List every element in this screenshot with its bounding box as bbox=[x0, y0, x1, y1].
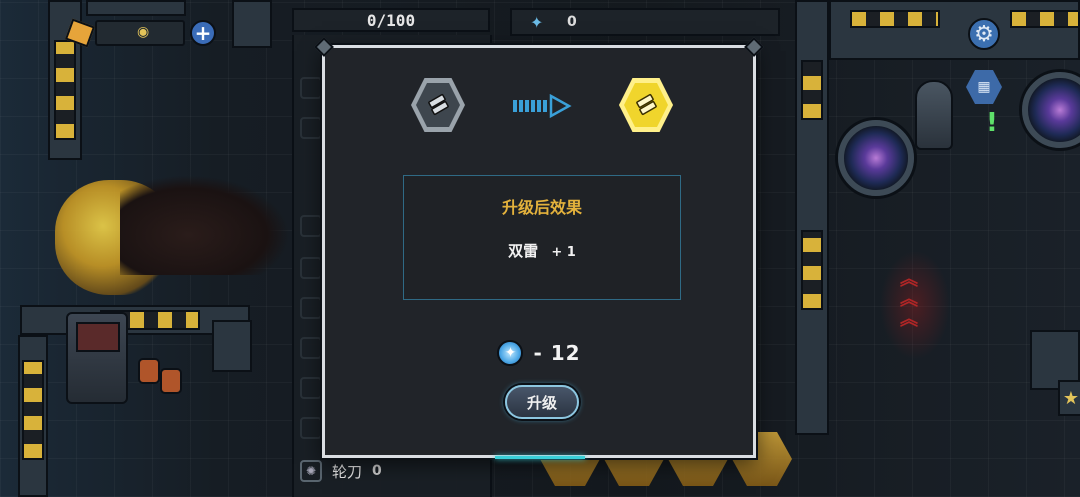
capacity-counter: 0/100 bbox=[292, 8, 490, 32]
portal[interactable] bbox=[1022, 72, 1080, 148]
gem-icon: ✦ bbox=[530, 13, 544, 32]
gem-counter-bar: ✦ 0 bbox=[510, 8, 780, 36]
hazard-stripe bbox=[801, 60, 823, 120]
upgrade-arrow-icon bbox=[513, 94, 572, 118]
coin-icon: ◉ bbox=[137, 24, 150, 40]
item-count: 0 bbox=[372, 463, 382, 479]
chevron-up-icon: ︽ bbox=[900, 289, 918, 310]
hazard-stripe bbox=[850, 10, 940, 28]
effect-title: 升级后效果 bbox=[501, 198, 582, 217]
resource-chip: ◉ bbox=[95, 20, 185, 46]
list-item[interactable]: ✺ 轮刀 0 bbox=[300, 460, 382, 482]
portal[interactable] bbox=[838, 120, 914, 196]
effect-name: 双雷 bbox=[508, 242, 539, 260]
hazard-stripe bbox=[22, 360, 44, 460]
effect-line: 双雷 + 1 bbox=[404, 240, 680, 261]
chevron-up-icon: ︽ bbox=[900, 309, 918, 330]
list-item-icon bbox=[300, 215, 322, 237]
list-item-icon bbox=[300, 77, 322, 99]
effect-panel: 升级后效果 双雷 + 1 bbox=[403, 175, 681, 300]
gem-count: 0 bbox=[567, 14, 577, 30]
wall-segment bbox=[86, 0, 186, 16]
alert-exclamation-icon: ! bbox=[986, 108, 998, 138]
add-resource-button[interactable]: + bbox=[190, 20, 216, 46]
saw-blade-icon: ✺ bbox=[300, 460, 322, 482]
upgrade-button[interactable]: 升级 bbox=[505, 385, 579, 419]
rocket-prop bbox=[915, 80, 953, 150]
gem-icon: ✦ bbox=[497, 340, 524, 366]
list-item-icon bbox=[300, 117, 322, 139]
cost-row: ✦ - 12 bbox=[325, 340, 753, 366]
wall-segment bbox=[829, 0, 1080, 60]
chevron-up-icon: ︽ bbox=[900, 269, 918, 290]
arcade-machine[interactable] bbox=[66, 312, 128, 404]
upgrade-dialog: 升级后效果 双雷 + 1 ✦ - 12 升级 bbox=[314, 37, 764, 459]
item-name: 轮刀 bbox=[332, 462, 363, 481]
list-item-icon bbox=[300, 337, 322, 359]
wall-segment bbox=[212, 320, 252, 372]
hazard-stripe bbox=[1010, 10, 1080, 28]
dragon-enemy bbox=[120, 175, 290, 275]
hazard-stripe bbox=[54, 40, 76, 140]
barrel bbox=[138, 358, 160, 384]
upgraded-weapon-icon bbox=[619, 78, 673, 132]
list-item-icon bbox=[300, 417, 322, 439]
dialog-glow-bar bbox=[495, 456, 585, 459]
hazard-stripe bbox=[801, 230, 823, 310]
list-item-icon bbox=[300, 297, 322, 319]
wall-segment bbox=[232, 0, 272, 48]
star-side-button[interactable]: ★ bbox=[1058, 380, 1080, 416]
barrel bbox=[160, 368, 182, 394]
list-item-icon bbox=[300, 257, 322, 279]
settings-gear-icon[interactable]: ⚙ bbox=[968, 18, 1000, 50]
list-item-icon bbox=[300, 377, 322, 399]
effect-bonus: + 1 bbox=[551, 245, 576, 260]
cost-text: - 12 bbox=[533, 341, 581, 365]
current-weapon-icon bbox=[411, 78, 465, 132]
